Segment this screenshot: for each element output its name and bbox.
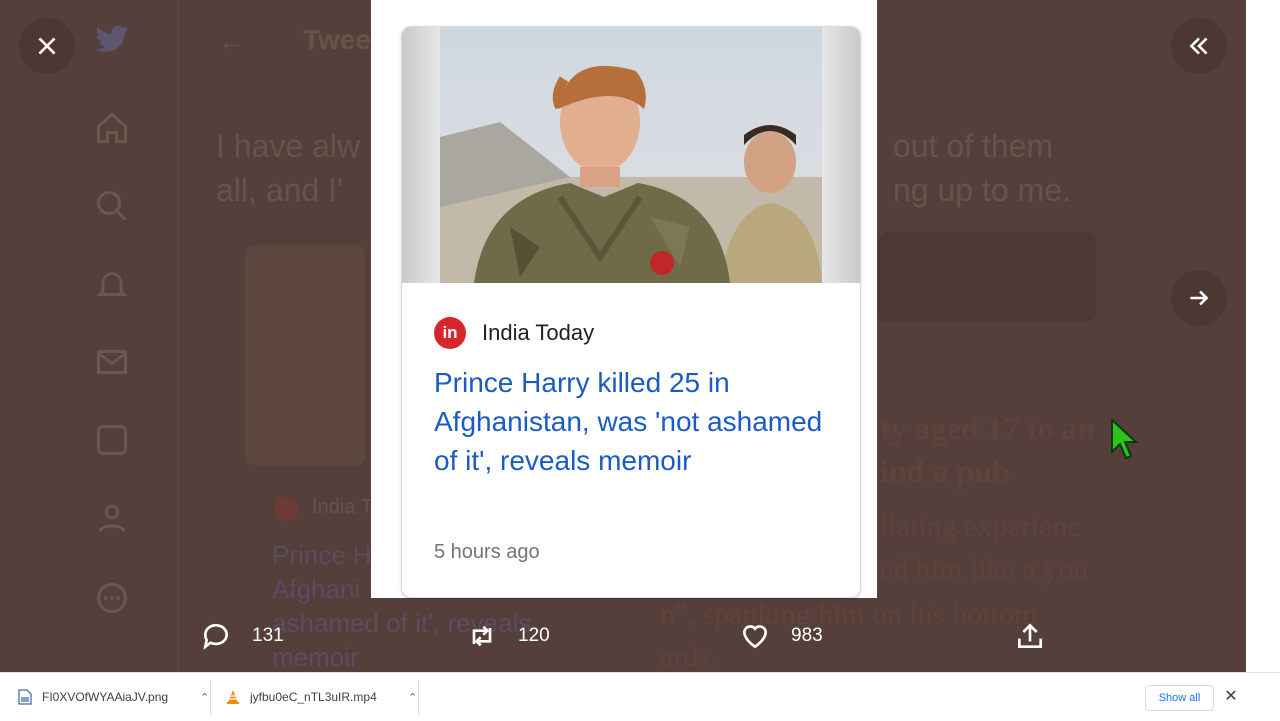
like-count: 983 <box>791 625 823 646</box>
source-name: India Today <box>482 320 595 345</box>
arrow-right-icon <box>1190 290 1209 306</box>
chevron-up-icon[interactable]: ⌃ <box>408 691 417 704</box>
notifications-icon <box>94 266 130 302</box>
sidebar-divider <box>178 0 179 672</box>
soldiers-photo <box>440 27 822 283</box>
twitter-blue-icon <box>94 422 130 458</box>
retweet-count: 120 <box>518 625 550 646</box>
messages-icon <box>94 344 130 380</box>
show-all-button[interactable]: Show all <box>1145 685 1214 711</box>
bg-tweet-text: all, and I' <box>216 172 344 208</box>
source-row: in India Today <box>434 317 594 349</box>
download-item[interactable]: FI0XVOfWYAAiaJV.png ⌃ <box>18 673 209 721</box>
bg-tweet-text: out of them <box>893 128 1054 164</box>
next-media-button[interactable] <box>1171 270 1227 326</box>
bg-tweet-text: ng up to me. <box>893 172 1071 208</box>
collapse-sidebar-button[interactable] <box>1171 18 1227 74</box>
india-today-logo-icon: in <box>434 317 466 349</box>
reply-button[interactable]: 131 <box>200 620 284 652</box>
bg-article-text: ind a pub <box>880 453 1010 489</box>
chevron-up-icon[interactable]: ⌃ <box>200 691 209 704</box>
divider <box>210 681 211 715</box>
reply-count: 131 <box>252 625 284 646</box>
divider <box>418 681 419 715</box>
bg-article-text: ty aged 17 to an <box>880 410 1096 446</box>
double-chevron-left-icon <box>1189 37 1208 55</box>
vlc-cone-icon <box>227 690 239 704</box>
downloads-bar: FI0XVOfWYAAiaJV.png ⌃ jyfbu0eC_nTL3uIR.m… <box>0 672 1280 721</box>
close-button[interactable] <box>19 18 75 74</box>
bg-embedded-image <box>245 245 365 465</box>
profile-icon <box>94 500 130 536</box>
reply-icon <box>203 623 228 650</box>
bg-source-logo <box>274 497 298 521</box>
bg-embedded-image <box>878 232 1096 322</box>
bg-article-text: ed him like a you <box>880 553 1089 586</box>
article-headline[interactable]: Prince Harry killed 25 in Afghanistan, w… <box>434 363 834 480</box>
share-icon <box>1018 623 1042 648</box>
share-button[interactable] <box>1014 620 1046 652</box>
bg-article-text: ards. <box>660 640 718 672</box>
news-card: in India Today Prince Harry killed 25 in… <box>401 26 861 598</box>
retweet-icon <box>472 625 492 647</box>
more-icon <box>94 580 130 616</box>
scrollbar-area <box>1246 0 1280 672</box>
photo-illustration <box>440 65 822 283</box>
back-arrow-icon: ← <box>218 26 244 56</box>
home-icon <box>94 110 130 146</box>
download-filename: jyfbu0eC_nTL3uIR.mp4 <box>250 690 377 704</box>
article-photo <box>402 27 860 283</box>
close-icon <box>38 37 56 55</box>
bg-tweet-text: I have alw <box>216 128 361 164</box>
bg-article-text: n", spanking him on his bottom <box>660 598 1038 631</box>
retweet-button[interactable]: 120 <box>466 620 550 652</box>
media-image[interactable]: in India Today Prince Harry killed 25 in… <box>371 0 877 598</box>
heart-icon <box>742 625 768 649</box>
close-icon[interactable]: ✕ <box>1222 686 1240 706</box>
bg-page-title: Twee <box>303 24 371 55</box>
download-item[interactable]: jyfbu0eC_nTL3uIR.mp4 ⌃ <box>226 673 417 721</box>
like-button[interactable]: 983 <box>739 620 823 652</box>
download-filename: FI0XVOfWYAAiaJV.png <box>42 690 169 704</box>
mouse-cursor-icon <box>1111 418 1138 460</box>
article-timestamp: 5 hours ago <box>434 541 540 563</box>
twitter-logo-icon <box>92 22 132 63</box>
search-icon <box>94 188 130 224</box>
bg-article-text: liating experienc <box>880 510 1081 543</box>
image-file-icon <box>18 689 32 705</box>
